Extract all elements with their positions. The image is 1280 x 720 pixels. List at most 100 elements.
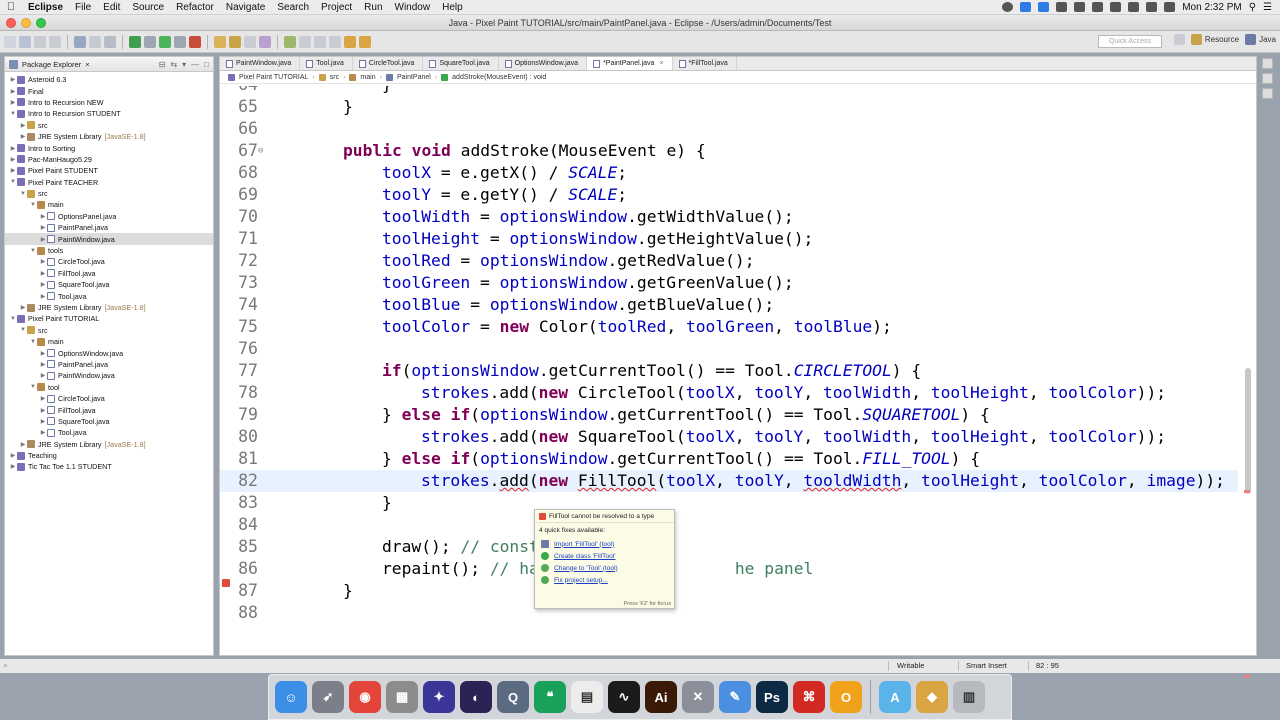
- collapsed-arrow-icon[interactable]: ▶: [39, 395, 47, 402]
- print-icon[interactable]: [49, 35, 61, 48]
- collapsed-arrow-icon[interactable]: ▶: [9, 88, 17, 95]
- overview-ruler-error-mark[interactable]: [1244, 490, 1250, 493]
- terminal-icon[interactable]: [89, 35, 101, 48]
- expanded-arrow-icon[interactable]: ▼: [19, 191, 27, 197]
- app-menu[interactable]: Eclipse: [22, 2, 69, 13]
- code-line[interactable]: 66: [220, 118, 1238, 140]
- menu-window[interactable]: Window: [389, 2, 437, 13]
- tree-item[interactable]: ▶ PaintWindow.java: [5, 370, 213, 381]
- editor-tab[interactable]: Tool.java: [300, 57, 353, 70]
- menu-file[interactable]: File: [69, 2, 97, 13]
- collapsed-arrow-icon[interactable]: ▶: [9, 99, 17, 106]
- view-menu-icon[interactable]: ▾: [182, 60, 186, 69]
- tree-item[interactable]: ▶ JRE System Library [JavaSE-1.8]: [5, 302, 213, 313]
- code-line[interactable]: 81} else if(optionsWindow.getCurrentTool…: [220, 448, 1238, 470]
- quick-fix-project-setup-link[interactable]: Fix project setup...: [554, 577, 608, 584]
- quick-fix-project-setup[interactable]: Fix project setup...: [535, 574, 674, 586]
- dock-eclipse-icon[interactable]: ◐: [460, 681, 492, 713]
- collapsed-arrow-icon[interactable]: ▶: [39, 224, 47, 231]
- debug-icon[interactable]: [129, 35, 141, 48]
- collapsed-arrow-icon[interactable]: ▶: [19, 441, 27, 448]
- show-whitespace-icon[interactable]: [299, 35, 311, 48]
- quick-fix-import-link[interactable]: Import 'FillTool' (tool): [554, 541, 614, 548]
- expanded-arrow-icon[interactable]: ▼: [29, 384, 37, 390]
- fold-toggle-icon[interactable]: ⊖: [258, 140, 263, 162]
- tree-item[interactable]: ▶ Intro to Sorting: [5, 142, 213, 153]
- tree-item[interactable]: ▶ Final: [5, 85, 213, 96]
- battery-icon[interactable]: [1164, 2, 1176, 12]
- tree-item[interactable]: ▶ Tic Tac Toe 1.1 STUDENT: [5, 461, 213, 472]
- tree-item[interactable]: ▶ OptionsWindow.java: [5, 347, 213, 358]
- breadcrumb-item[interactable]: addStroke(MouseEvent) : void: [452, 74, 546, 81]
- code-line[interactable]: 64}: [220, 86, 1238, 96]
- collapsed-arrow-icon[interactable]: ▶: [39, 350, 47, 357]
- dock-hangouts-icon[interactable]: ❝: [534, 681, 566, 713]
- collapsed-arrow-icon[interactable]: ▶: [39, 258, 47, 265]
- breadcrumb-item[interactable]: main: [360, 74, 375, 81]
- expanded-arrow-icon[interactable]: ▼: [9, 111, 17, 117]
- open-type-icon[interactable]: [244, 35, 256, 48]
- outline-view-icon[interactable]: [1262, 73, 1273, 84]
- editor-tab[interactable]: *FillTool.java: [673, 57, 737, 70]
- tree-item[interactable]: ▶ Asteroid 6.3: [5, 74, 213, 85]
- code-line[interactable]: 67 ⊖ public void addStroke(MouseEvent e) {: [220, 140, 1238, 162]
- tree-item[interactable]: ▶ JRE System Library [JavaSE-1.8]: [5, 131, 213, 142]
- external-tools-icon[interactable]: [189, 35, 201, 48]
- tree-item[interactable]: ▼ Intro to Recursion STUDENT: [5, 108, 213, 119]
- menu-run[interactable]: Run: [358, 2, 388, 13]
- tree-item[interactable]: ▶ CircleTool.java: [5, 393, 213, 404]
- minimize-view-icon[interactable]: —: [191, 60, 199, 69]
- debug-dropdown-icon[interactable]: [144, 35, 156, 48]
- menu-project[interactable]: Project: [315, 2, 358, 13]
- quick-fix-change-to-tool-link[interactable]: Change to 'Tool' (tool): [554, 565, 618, 572]
- tree-item[interactable]: ▶ PaintWindow.java: [5, 233, 213, 245]
- spotlight-icon[interactable]: ⚲: [1249, 2, 1256, 13]
- apple-menu-icon[interactable]: : [0, 1, 22, 13]
- collapsed-arrow-icon[interactable]: ▶: [39, 281, 47, 288]
- editor-tab[interactable]: CircleTool.java: [353, 57, 424, 70]
- code-line[interactable]: 73 toolGreen = optionsWindow.getGreenValu…: [220, 272, 1238, 294]
- wifi-icon[interactable]: [1128, 2, 1140, 12]
- expanded-arrow-icon[interactable]: ▼: [29, 202, 37, 208]
- expanded-arrow-icon[interactable]: ▼: [9, 316, 17, 322]
- code-line[interactable]: 79} else if(optionsWindow.getCurrentTool…: [220, 404, 1238, 426]
- forward-icon[interactable]: [359, 35, 371, 48]
- code-line[interactable]: 74 toolBlue = optionsWindow.getBlueValue(…: [220, 294, 1238, 316]
- menu-source[interactable]: Source: [126, 2, 170, 13]
- expanded-arrow-icon[interactable]: ▼: [19, 327, 27, 333]
- dock-trash-icon[interactable]: ▥: [953, 681, 985, 713]
- collapsed-arrow-icon[interactable]: ▶: [19, 304, 27, 311]
- package-explorer-title[interactable]: Package Explorer: [22, 60, 81, 69]
- menu-edit[interactable]: Edit: [97, 2, 126, 13]
- code-line[interactable]: 65}: [220, 96, 1238, 118]
- collapsed-arrow-icon[interactable]: ▶: [39, 270, 47, 277]
- dock-text-edit-icon[interactable]: ✎: [719, 681, 751, 713]
- breadcrumb-item[interactable]: Pixel Paint TUTORIAL: [239, 74, 308, 81]
- back-icon[interactable]: [344, 35, 356, 48]
- expanded-arrow-icon[interactable]: ▼: [29, 339, 37, 345]
- tree-item[interactable]: ▶ Pac-ManHaugo5.29: [5, 154, 213, 165]
- collapsed-arrow-icon[interactable]: ▶: [39, 372, 47, 379]
- task-list-icon[interactable]: [1262, 88, 1273, 99]
- editor-tab[interactable]: PaintWindow.java: [220, 57, 301, 70]
- code-line[interactable]: 70 toolWidth = optionsWindow.getWidthValu…: [220, 206, 1238, 228]
- collapsed-arrow-icon[interactable]: ▶: [39, 236, 47, 243]
- annotation-icon[interactable]: [314, 35, 326, 48]
- search-toolbar-icon[interactable]: [259, 35, 271, 48]
- save-all-icon[interactable]: [34, 35, 46, 48]
- tree-item[interactable]: ▼ src: [5, 188, 213, 199]
- code-area[interactable]: 64}65}6667⊖public void addStroke(MouseEv…: [220, 86, 1238, 655]
- code-line[interactable]: 71 toolHeight = optionsWindow.getHeightVa…: [220, 228, 1238, 250]
- collapsed-arrow-icon[interactable]: ▶: [9, 167, 17, 174]
- toggle-icon[interactable]: [104, 35, 116, 48]
- dock-launchpad-icon[interactable]: ➶: [312, 681, 344, 713]
- dock-photoshop-icon[interactable]: Ps: [756, 681, 788, 713]
- close-tab-icon[interactable]: ×: [659, 60, 663, 67]
- breadcrumb-item[interactable]: PaintPanel: [397, 74, 431, 81]
- dock-calculator-icon[interactable]: ▦: [386, 681, 418, 713]
- menubar-clock[interactable]: Mon 2:32 PM: [1182, 2, 1241, 13]
- dock-chrome-icon[interactable]: ◉: [349, 681, 381, 713]
- new-class-icon[interactable]: [229, 35, 241, 48]
- code-line[interactable]: 84: [220, 514, 1238, 536]
- code-line[interactable]: 86repaint(); // hangs he panel: [220, 558, 1238, 580]
